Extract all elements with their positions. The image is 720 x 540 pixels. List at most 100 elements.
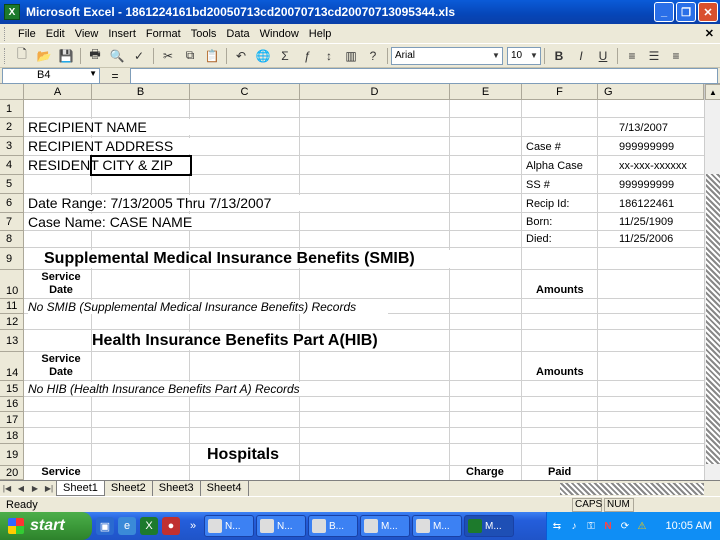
row-header[interactable]: 20 [0, 466, 24, 480]
print-icon[interactable]: 🖶 [85, 46, 105, 66]
recip-id-value[interactable]: 186122461 [619, 198, 674, 210]
sheet-tab-4[interactable]: Sheet4 [201, 481, 249, 496]
italic-icon[interactable]: I [571, 46, 591, 66]
row-header[interactable]: 12 [0, 314, 24, 330]
menu-tools[interactable]: Tools [186, 28, 222, 40]
scroll-track[interactable] [706, 174, 720, 464]
row-header[interactable]: 15 [0, 381, 24, 397]
row-header[interactable]: 11 [0, 299, 24, 314]
sort-icon[interactable]: ↕ [319, 46, 339, 66]
spelling-icon[interactable]: ✓ [129, 46, 149, 66]
smib-section-title[interactable]: Supplemental Medical Insurance Benefits … [44, 250, 464, 268]
select-all-corner[interactable] [0, 84, 24, 100]
column-header-g[interactable]: G [598, 84, 704, 100]
start-button[interactable]: start [0, 512, 92, 540]
taskbar-task[interactable]: M... [412, 515, 462, 537]
menu-file[interactable]: File [13, 28, 41, 40]
row-header[interactable]: 4 [0, 156, 24, 175]
chart-icon[interactable]: ▥ [341, 46, 361, 66]
cut-icon[interactable]: ✂ [158, 46, 178, 66]
menu-data[interactable]: Data [221, 28, 254, 40]
align-left-icon[interactable]: ≡ [622, 46, 642, 66]
internet-explorer-icon[interactable]: e [118, 517, 136, 535]
menu-format[interactable]: Format [141, 28, 186, 40]
align-right-icon[interactable]: ≡ [666, 46, 686, 66]
excel-app-icon[interactable]: X [4, 4, 20, 20]
help-icon[interactable]: ? [363, 46, 383, 66]
row-header[interactable]: 10 [0, 270, 24, 299]
row-header[interactable]: 18 [0, 428, 24, 444]
hib-section-title[interactable]: Health Insurance Benefits Part A(HIB) [92, 332, 412, 350]
row-header[interactable]: 2 [0, 118, 24, 137]
column-header-a[interactable]: A [24, 84, 92, 100]
spreadsheet-grid[interactable]: A B C D E F G 1 2 3 4 5 6 7 8 9 10 11 12… [0, 84, 704, 480]
paid-header[interactable]: Paid [548, 466, 571, 478]
row-header[interactable]: 9 [0, 248, 24, 270]
recip-id-label[interactable]: Recip Id: [526, 198, 569, 210]
row-header[interactable]: 16 [0, 397, 24, 412]
alpha-case-label[interactable]: Alpha Case [526, 160, 583, 172]
copy-icon[interactable]: ⧉ [180, 46, 200, 66]
row-header[interactable]: 8 [0, 231, 24, 248]
taskbar-task[interactable]: B... [308, 515, 358, 537]
new-icon[interactable]: 🗋 [12, 46, 32, 66]
taskbar-task[interactable]: M... [360, 515, 410, 537]
row-header[interactable]: 6 [0, 194, 24, 213]
vertical-scrollbar[interactable]: ▲ [704, 84, 720, 480]
update-icon[interactable]: ⟳ [618, 519, 632, 533]
taskbar-task[interactable]: N... [204, 515, 254, 537]
date-range-cell[interactable]: Date Range: 7/13/2005 Thru 7/13/2007 [28, 195, 328, 211]
alpha-case-value[interactable]: xx-xxx-xxxxxx [619, 160, 687, 172]
amounts-header[interactable]: Amounts [536, 366, 584, 378]
case-name-cell[interactable]: Case Name: CASE NAME [28, 214, 288, 230]
menu-window[interactable]: Window [255, 28, 304, 40]
row-header[interactable]: 14 [0, 352, 24, 381]
born-label[interactable]: Born: [526, 216, 552, 228]
open-icon[interactable]: 📂 [34, 46, 54, 66]
font-name-select[interactable]: Arial ▼ [391, 46, 503, 65]
undo-icon[interactable]: ↶ [231, 46, 251, 66]
report-date-value[interactable]: 7/13/2007 [619, 122, 668, 134]
row-header[interactable]: 5 [0, 175, 24, 194]
scroll-up-icon[interactable]: ▲ [705, 84, 720, 100]
excel-quicklaunch-icon[interactable]: X [140, 517, 158, 535]
first-sheet-icon[interactable]: |◀ [0, 484, 14, 493]
formula-equals-label[interactable]: = [100, 69, 130, 83]
died-label[interactable]: Died: [526, 233, 552, 245]
quick-launch-more-icon[interactable]: » [184, 517, 202, 535]
service-date-header[interactable]: Date [36, 366, 86, 378]
sheet-tab-3[interactable]: Sheet3 [153, 481, 201, 496]
prev-sheet-icon[interactable]: ◀ [14, 484, 28, 493]
minimize-button[interactable]: _ [654, 2, 674, 22]
name-box[interactable]: B4 ▼ [2, 67, 100, 84]
font-size-select[interactable]: 10 ▼ [507, 46, 541, 65]
menu-help[interactable]: Help [304, 28, 337, 40]
service-date-header[interactable]: Service [36, 271, 86, 283]
underline-icon[interactable]: U [593, 46, 613, 66]
chevron-down-icon[interactable]: ▼ [528, 48, 540, 64]
restore-button[interactable]: ❐ [676, 2, 696, 22]
no-smib-records[interactable]: No SMIB (Supplemental Medical Insurance … [28, 300, 388, 314]
function-icon[interactable]: ƒ [297, 46, 317, 66]
column-header-d[interactable]: D [300, 84, 450, 100]
ss-number-value[interactable]: 999999999 [619, 179, 674, 191]
selected-cell-b4[interactable] [90, 155, 192, 176]
bold-icon[interactable]: B [549, 46, 569, 66]
column-header-b[interactable]: B [92, 84, 190, 100]
chevron-down-icon[interactable]: ▼ [89, 69, 97, 78]
media-player-icon[interactable]: ● [162, 517, 180, 535]
amounts-header[interactable]: Amounts [536, 284, 584, 296]
column-header-c[interactable]: C [190, 84, 300, 100]
taskbar-task[interactable]: N... [256, 515, 306, 537]
antivirus-icon[interactable]: N [601, 519, 615, 533]
chevron-down-icon[interactable]: ▼ [490, 48, 502, 64]
taskbar-task-active[interactable]: M... [464, 515, 514, 537]
hospitals-section-title[interactable]: Hospitals [207, 446, 279, 464]
formula-input[interactable] [130, 67, 718, 84]
menu-view[interactable]: View [70, 28, 104, 40]
recipient-address-cell[interactable]: RECIPIENT ADDRESS [28, 138, 258, 154]
document-close-button[interactable]: ✕ [705, 27, 714, 40]
save-icon[interactable]: 💾 [56, 46, 76, 66]
sheet-tab-1[interactable]: Sheet1 [56, 481, 105, 496]
row-header[interactable]: 17 [0, 412, 24, 428]
